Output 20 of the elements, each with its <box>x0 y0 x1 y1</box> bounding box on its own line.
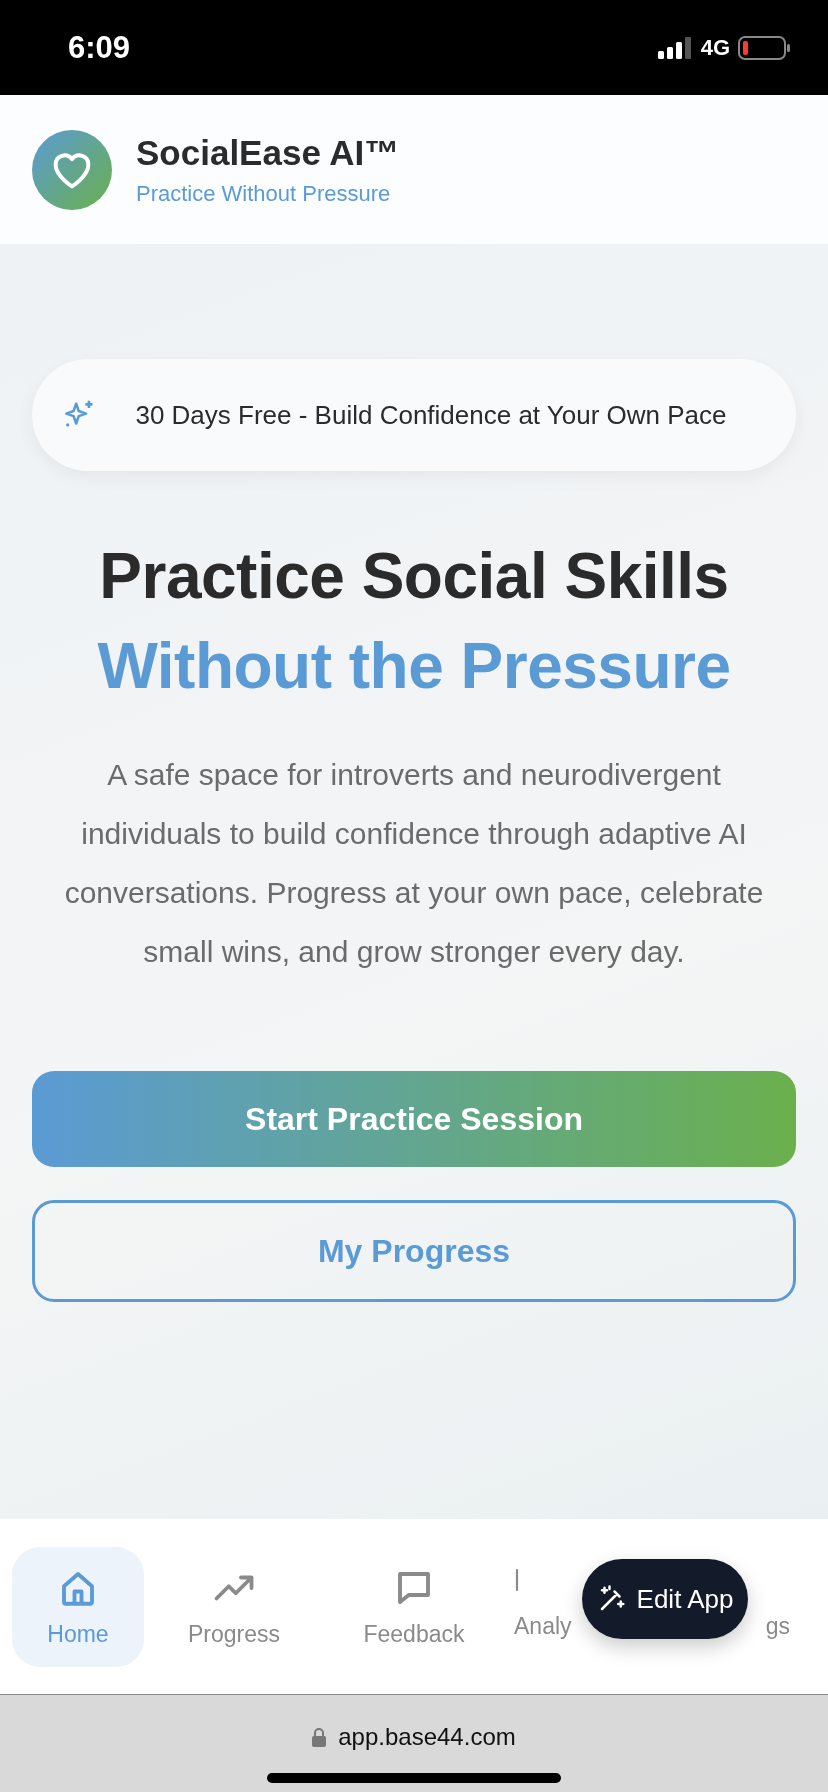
nav-tab[interactable]: Feedback <box>324 1547 504 1667</box>
lock-icon <box>312 1727 327 1747</box>
nav-tab[interactable]: Analy <box>514 1559 572 1640</box>
start-practice-button[interactable]: Start Practice Session <box>32 1071 796 1167</box>
signal-icon <box>657 36 693 59</box>
app-title: SocialEase AI™ <box>136 132 400 173</box>
battery-icon <box>738 35 790 60</box>
url-text: app.base44.com <box>338 1723 516 1751</box>
promo-text: 30 Days Free - Build Confidence at Your Own Pace <box>134 399 728 432</box>
app-tagline: Practice Without Pressure <box>136 180 392 207</box>
network-label: 4G <box>700 34 730 61</box>
headline-accent: Without the Pressure <box>97 629 731 704</box>
status-time: 6:09 <box>68 29 132 66</box>
nav-tab[interactable]: Home <box>12 1547 144 1667</box>
headline: Practice Social Skills <box>99 539 729 614</box>
edit-app-button[interactable]: Edit App <box>582 1559 748 1639</box>
description-text: A safe space for introverts and neurodivergent individuals to build confidence through adaptive AI conversations. Progress at your own pace, celebrate small wins, and grow stronger every day. <box>63 757 765 970</box>
nav-tab[interactable]: Progress <box>154 1547 314 1667</box>
my-progress-button[interactable]: My Progress <box>32 1200 796 1302</box>
nav-tab[interactable]: gs <box>765 1613 790 1640</box>
